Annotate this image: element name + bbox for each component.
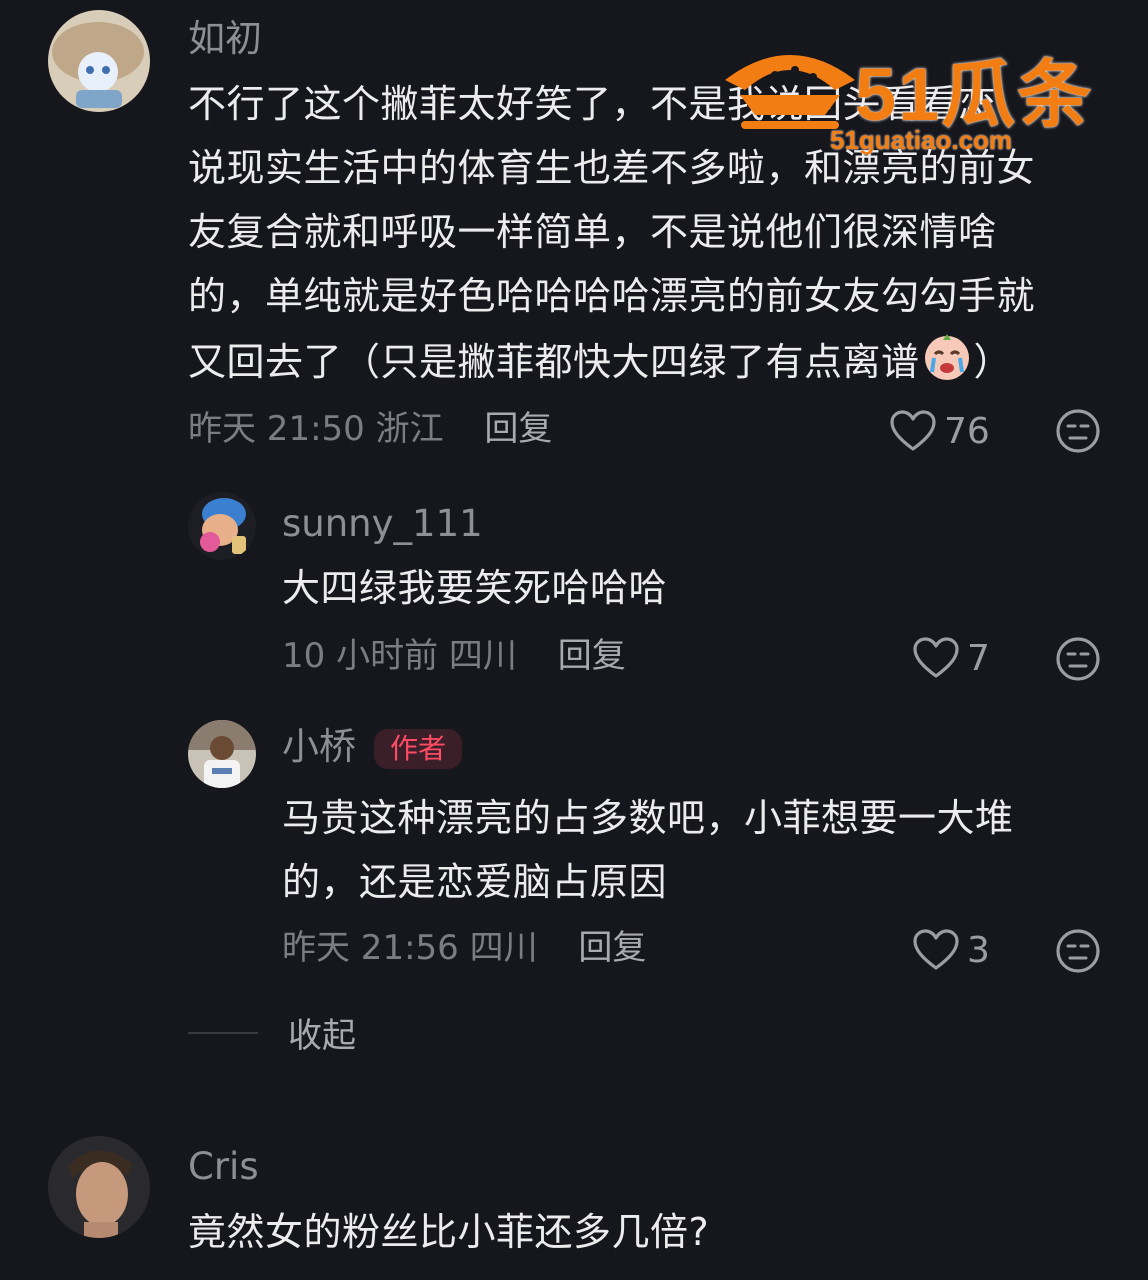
username-label[interactable]: 小桥 [282, 725, 356, 768]
username[interactable]: 如初 [188, 20, 262, 57]
heart-icon [890, 410, 936, 451]
comment-meta: 昨天 21:50 浙江 回复 [188, 412, 552, 446]
author-badge: 作者 [374, 728, 463, 769]
dislike-button[interactable] [1055, 928, 1101, 978]
avatar[interactable] [188, 720, 256, 788]
divider [188, 1031, 258, 1034]
dislike-button[interactable] [1055, 636, 1101, 686]
avatar[interactable] [48, 1136, 150, 1238]
like-button[interactable]: 76 [890, 410, 990, 452]
comment-meta: 昨天 21:56 四川 回复 [282, 931, 646, 965]
comment-line: 又回去了（只是撇菲都快大四绿了有点离谱 ） [188, 328, 1108, 401]
dislike-face-icon [1056, 929, 1100, 973]
heart-icon [913, 929, 959, 970]
location: 四川 [448, 636, 517, 676]
dislike-face-icon [1056, 637, 1100, 681]
timestamp: 昨天 21:56 [282, 928, 459, 968]
comment-line: 友复合就和呼吸一样简单，不是说他们很深情啥 [188, 210, 997, 254]
reply-button[interactable]: 回复 [578, 928, 646, 968]
username[interactable]: sunny_111 [282, 505, 483, 542]
watermark-logo: 51瓜条 51guatiao.com [715, 35, 1115, 160]
collapse-replies-button[interactable]: 收起 [188, 1008, 356, 1057]
like-button[interactable]: 7 [913, 637, 990, 679]
like-count: 3 [967, 929, 990, 971]
like-button[interactable]: 3 [913, 929, 990, 971]
like-count: 7 [967, 637, 990, 679]
dislike-button[interactable] [1055, 408, 1101, 458]
crying-face-emoji [920, 328, 974, 401]
comment-text: 竟然女的粉丝比小菲还多几倍? [188, 1210, 710, 1254]
collapse-label: 收起 [288, 1016, 356, 1056]
dislike-face-icon [1056, 409, 1100, 453]
username[interactable]: Cris [188, 1148, 259, 1185]
watermark-url: 51guatiao.com [830, 125, 1013, 155]
avatar[interactable] [188, 492, 256, 560]
username: 小桥 作者 [282, 725, 463, 769]
comment-line: 马贵这种漂亮的占多数吧，小菲想要一大堆 [282, 796, 1014, 840]
comment-line: 的，还是恋爱脑占原因 [282, 860, 668, 904]
heart-icon [913, 637, 959, 678]
timestamp: 10 小时前 [282, 636, 439, 676]
reply-button[interactable]: 回复 [558, 636, 626, 676]
location: 四川 [469, 928, 538, 968]
timestamp: 昨天 21:50 [188, 409, 365, 449]
comment-meta: 10 小时前 四川 回复 [282, 639, 626, 673]
avatar[interactable] [48, 10, 150, 112]
comment-text: 大四绿我要笑死哈哈哈 [282, 566, 668, 610]
reply-button[interactable]: 回复 [484, 409, 552, 449]
comment-line: 的，单纯就是好色哈哈哈哈漂亮的前女友勾勾手就 [188, 274, 1036, 318]
location: 浙江 [375, 409, 444, 449]
like-count: 76 [944, 410, 990, 452]
comment-text: 马贵这种漂亮的占多数吧，小菲想要一大堆 的，还是恋爱脑占原因 [282, 786, 1102, 914]
